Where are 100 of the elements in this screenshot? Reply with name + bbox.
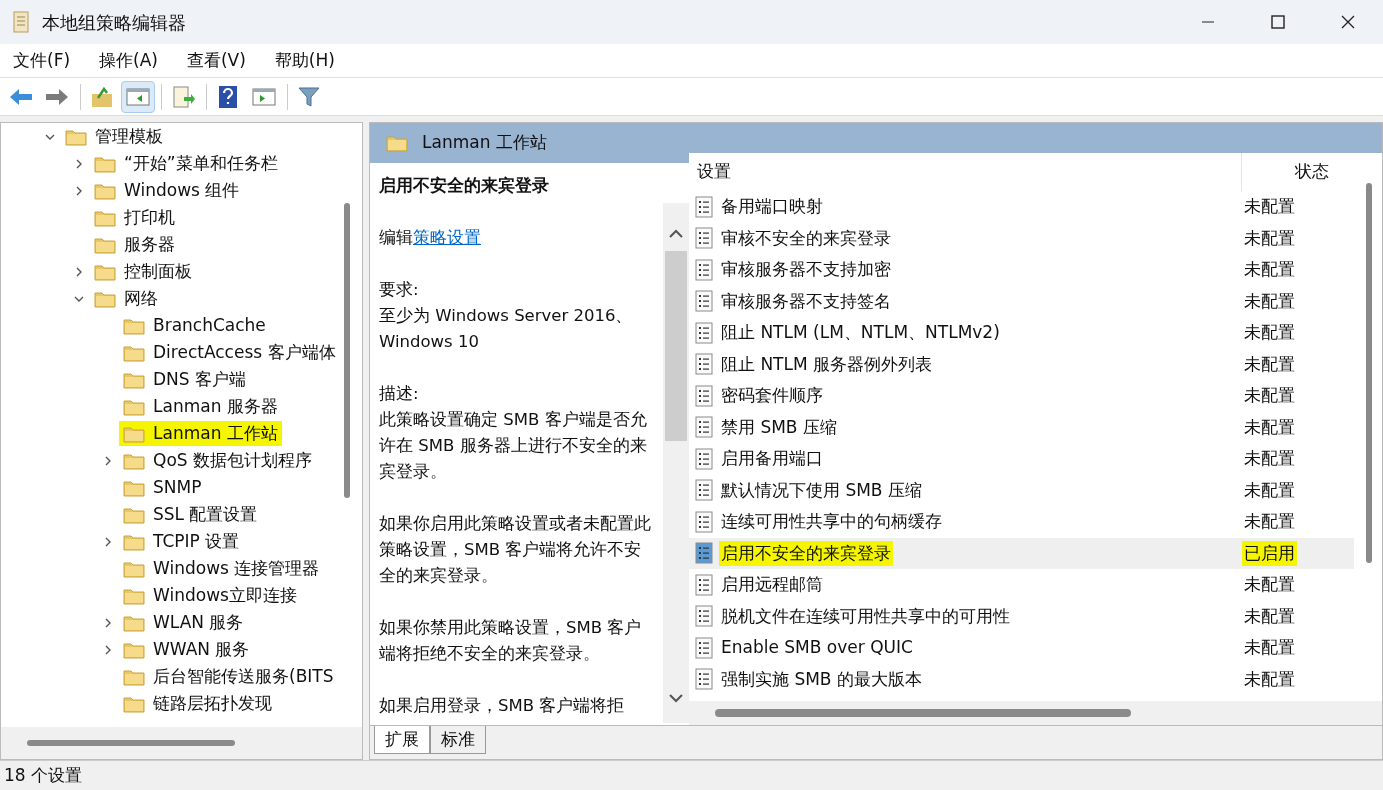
horizontal-scrollbar[interactable] bbox=[27, 740, 235, 746]
folder-icon bbox=[123, 532, 145, 551]
tree-item[interactable]: BranchCache bbox=[119, 313, 270, 338]
horizontal-scrollbar[interactable] bbox=[715, 709, 1131, 717]
tree-item[interactable]: “开始”菜单和任务栏 bbox=[90, 151, 282, 176]
setting-name: 启用备用端口 bbox=[720, 447, 824, 470]
description-paragraph: 如果你启用此策略设置或者未配置此策略设置，SMB 客户端将允许不安全的来宾登录。 bbox=[379, 513, 652, 587]
policy-icon bbox=[695, 258, 713, 281]
setting-state: 未配置 bbox=[1243, 573, 1296, 596]
folder-icon bbox=[94, 208, 116, 227]
forward-arrow-icon bbox=[45, 86, 69, 107]
scroll-up-icon[interactable] bbox=[668, 229, 684, 239]
description-paragraph: 如果你禁用此策略设置，SMB 客户端将拒绝不安全的来宾登录。 bbox=[379, 617, 643, 665]
tree-item[interactable]: 打印机 bbox=[90, 205, 179, 230]
vertical-scrollbar[interactable] bbox=[1366, 183, 1372, 563]
policy-icon bbox=[695, 573, 713, 596]
folder-icon bbox=[94, 235, 116, 254]
table-row[interactable]: 备用端口映射 未配置 bbox=[689, 191, 1354, 223]
setting-state: 未配置 bbox=[1243, 321, 1296, 344]
tree-item[interactable]: 网络 bbox=[90, 286, 162, 311]
tree-item[interactable]: 后台智能传送服务(BITS bbox=[119, 664, 338, 689]
close-icon bbox=[1341, 15, 1355, 29]
tree-item[interactable]: WLAN 服务 bbox=[119, 610, 248, 635]
policy-settings-link[interactable]: 策略设置 bbox=[413, 225, 481, 251]
tree-item[interactable]: 管理模板 bbox=[61, 124, 167, 149]
console-tree-icon bbox=[126, 86, 150, 107]
folder-icon bbox=[94, 154, 116, 173]
table-row[interactable]: 禁用 SMB 压缩 未配置 bbox=[689, 411, 1354, 443]
table-row[interactable]: 脱机文件在连续可用性共享中的可用性 未配置 bbox=[689, 600, 1354, 632]
table-row[interactable]: 审核服务器不支持加密 未配置 bbox=[689, 254, 1354, 286]
table-row[interactable]: 审核不安全的来宾登录 未配置 bbox=[689, 222, 1354, 254]
scroll-down-icon[interactable] bbox=[668, 693, 684, 703]
tab[interactable]: 扩展 bbox=[374, 726, 430, 754]
tree-item[interactable]: Windows 组件 bbox=[90, 178, 244, 203]
tree-item[interactable]: 服务器 bbox=[90, 232, 179, 257]
menu-item[interactable]: 操作(A) bbox=[91, 47, 166, 74]
setting-name: 审核服务器不支持签名 bbox=[720, 289, 892, 313]
menu-item[interactable]: 查看(V) bbox=[178, 47, 254, 74]
table-row[interactable]: 启用远程邮筒 未配置 bbox=[689, 569, 1354, 601]
tree-item[interactable]: DNS 客户端 bbox=[119, 367, 250, 392]
setting-name: 启用远程邮筒 bbox=[720, 573, 824, 596]
table-row[interactable]: 密码套件顺序 未配置 bbox=[689, 380, 1354, 412]
table-row[interactable]: 连续可用性共享中的句柄缓存 未配置 bbox=[689, 506, 1354, 538]
setting-state: 未配置 bbox=[1243, 352, 1296, 376]
tree-item[interactable]: Lanman 服务器 bbox=[119, 394, 282, 419]
table-row[interactable]: Enable SMB over QUIC 未配置 bbox=[689, 632, 1354, 664]
tree-item[interactable]: Lanman 工作站 bbox=[119, 421, 282, 446]
vertical-scrollbar[interactable] bbox=[344, 203, 350, 498]
window-title: 本地组策略编辑器 bbox=[42, 10, 186, 35]
column-header[interactable]: 设置 bbox=[689, 153, 1242, 191]
requirement-label: 要求: bbox=[379, 279, 420, 301]
folder-icon bbox=[386, 134, 408, 152]
policy-icon bbox=[695, 321, 713, 344]
tree-item[interactable]: Windows 连接管理器 bbox=[119, 556, 324, 581]
scroll-document-icon bbox=[10, 10, 32, 34]
folder-up-icon bbox=[90, 85, 114, 108]
menu-item[interactable]: 帮助(H) bbox=[266, 47, 343, 74]
tree-item[interactable]: WWAN 服务 bbox=[119, 637, 254, 662]
setting-name: 审核不安全的来宾登录 bbox=[720, 226, 892, 250]
folder-icon bbox=[123, 397, 145, 416]
tree-item[interactable]: QoS 数据包计划程序 bbox=[119, 448, 316, 473]
maximize-icon bbox=[1271, 15, 1285, 29]
table-row[interactable]: 阻止 NTLM 服务器例外列表 未配置 bbox=[689, 348, 1354, 380]
folder-icon bbox=[123, 316, 145, 335]
table-row[interactable]: 启用不安全的来宾登录 已启用 bbox=[689, 537, 1354, 569]
vertical-scrollbar[interactable] bbox=[665, 251, 687, 441]
column-header[interactable]: 状态 bbox=[1242, 153, 1382, 191]
setting-name: 禁用 SMB 压缩 bbox=[720, 415, 838, 439]
tree-item[interactable]: 链路层拓扑发现 bbox=[119, 691, 276, 716]
setting-name: 脱机文件在连续可用性共享中的可用性 bbox=[720, 604, 1011, 628]
edit-label: 编辑 bbox=[379, 227, 413, 249]
folder-icon bbox=[123, 667, 145, 686]
tree-item[interactable]: TCPIP 设置 bbox=[119, 529, 244, 554]
table-row[interactable]: 审核服务器不支持签名 未配置 bbox=[689, 285, 1354, 317]
filter-icon bbox=[298, 85, 320, 108]
tree-item[interactable]: SSL 配置设置 bbox=[119, 502, 262, 527]
policy-icon bbox=[695, 290, 713, 313]
table-row[interactable]: 启用备用端口 未配置 bbox=[689, 443, 1354, 475]
table-row[interactable]: 默认情况下使用 SMB 压缩 未配置 bbox=[689, 474, 1354, 506]
tree-item[interactable]: Windows立即连接 bbox=[119, 583, 301, 608]
table-row[interactable]: 阻止 NTLM (LM、NTLM、NTLMv2) 未配置 bbox=[689, 317, 1354, 349]
tree-item[interactable]: SNMP bbox=[119, 475, 206, 500]
tree-item[interactable]: 控制面板 bbox=[90, 259, 196, 284]
folder-icon bbox=[94, 181, 116, 200]
folder-icon bbox=[123, 559, 145, 578]
folder-icon bbox=[123, 640, 145, 659]
setting-state: 未配置 bbox=[1243, 226, 1296, 250]
setting-state: 未配置 bbox=[1243, 478, 1296, 502]
setting-name: 审核服务器不支持加密 bbox=[720, 258, 892, 281]
description-paragraph: 此策略设置确定 SMB 客户端是否允许在 SMB 服务器上进行不安全的来宾登录。 bbox=[379, 409, 648, 483]
folder-icon bbox=[123, 613, 145, 632]
folder-icon bbox=[123, 694, 145, 713]
tree-item[interactable]: DirectAccess 客户端体 bbox=[119, 340, 340, 365]
setting-state: 未配置 bbox=[1243, 636, 1296, 659]
tab[interactable]: 标准 bbox=[430, 726, 486, 754]
back-arrow-icon bbox=[9, 86, 33, 107]
policy-icon bbox=[695, 636, 713, 659]
table-row[interactable]: 强制实施 SMB 的最大版本 未配置 bbox=[689, 663, 1354, 695]
policy-icon bbox=[695, 447, 713, 470]
menu-item[interactable]: 文件(F) bbox=[5, 47, 79, 74]
